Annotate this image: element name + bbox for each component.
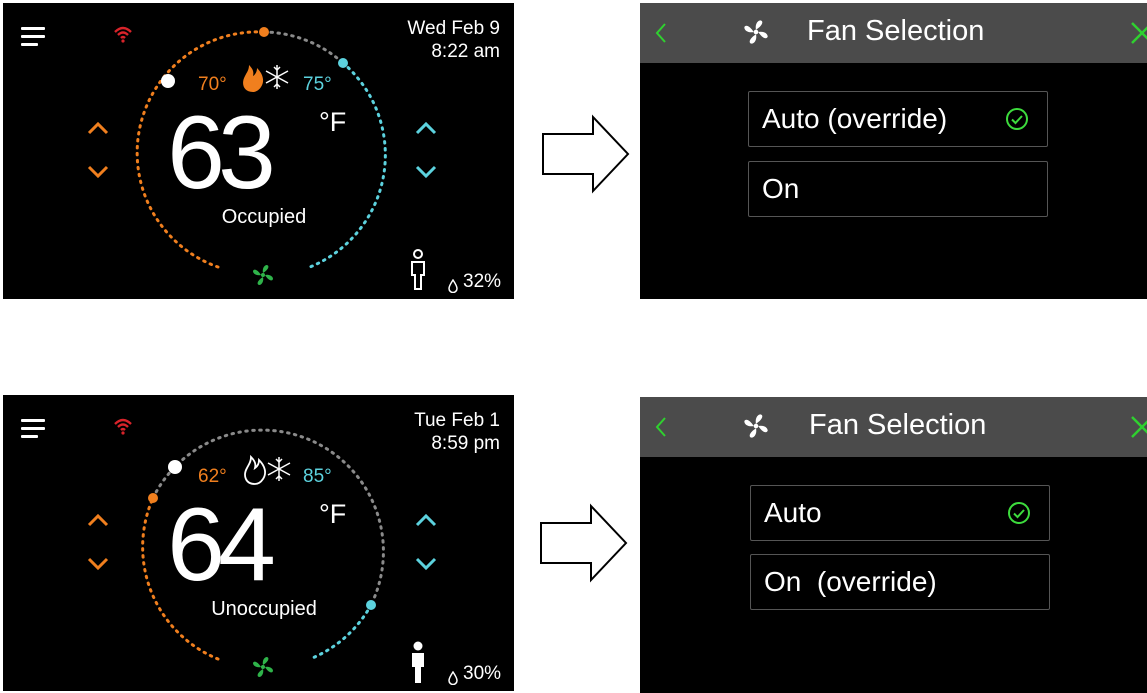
heat-cool-outline-icon[interactable] [241,453,291,485]
heat-up-arrow-icon[interactable] [85,119,111,137]
fan-option-on-override[interactable]: On (override) [750,554,1050,610]
heat-down-arrow-icon[interactable] [85,555,111,573]
heat-cool-icon[interactable] [239,61,289,93]
option-label: On (override) [764,566,937,597]
fan-option-auto[interactable]: Auto [750,485,1050,541]
fan-selection-panel-2: Fan Selection Auto On (override) [640,397,1147,693]
panel-title: Fan Selection [807,15,985,47]
cool-down-arrow-icon[interactable] [413,555,439,573]
humidity-value: 32% [463,271,502,292]
current-temperature: 64 [167,487,276,603]
cool-setpoint: 75° [303,74,332,95]
thermostat-screen-1: Wed Feb 9 8:22 am 70° 75° 63 °F Occupied [3,3,514,299]
current-temperature: 63 [167,95,276,211]
fan-option-on[interactable]: On [748,161,1048,217]
option-label: Auto (override) [762,103,948,134]
person-outline-icon [411,249,425,290]
fan-option-auto-override[interactable]: Auto (override) [748,91,1048,147]
heat-setpoint-handle [161,74,175,88]
close-icon[interactable] [1128,19,1147,47]
fan-icon [744,414,768,438]
occupancy-status: Unoccupied [211,598,317,620]
cool-setpoint: 85° [303,466,332,487]
transition-arrow-icon [540,503,628,583]
check-circle-icon [1008,502,1030,524]
heat-down-arrow-icon[interactable] [85,163,111,181]
back-chevron-icon[interactable] [654,415,668,439]
heat-setpoint: 62° [198,466,227,487]
panel-header: Fan Selection [640,3,1147,63]
heat-setpoint: 70° [198,74,227,95]
thermostat-screen-2: Tue Feb 1 8:59 pm 62° 85° 64 °F Unoccupi… [3,395,514,691]
current-temp-marker [259,27,269,37]
fan-icon[interactable] [251,655,275,679]
close-icon[interactable] [1128,413,1147,441]
fan-icon [744,20,768,44]
option-label: On [762,173,800,204]
panel-title: Fan Selection [809,409,987,441]
transition-arrow-icon [542,114,630,194]
temperature-unit: °F [319,107,347,137]
back-chevron-icon[interactable] [654,21,668,45]
cool-up-arrow-icon[interactable] [413,511,439,529]
humidity-value: 30% [463,663,502,684]
panel-header: Fan Selection [640,397,1147,457]
cool-setpoint-handle [338,58,348,68]
heat-setpoint-handle [168,460,182,474]
heat-up-arrow-icon[interactable] [85,511,111,529]
cool-down-arrow-icon[interactable] [413,163,439,181]
check-circle-icon [1006,108,1028,130]
humidity-drop-icon [448,279,458,293]
occupancy-status: Occupied [221,206,307,228]
fan-icon[interactable] [251,263,275,287]
humidity-drop-icon [448,671,458,685]
person-filled-icon [412,641,424,683]
fan-selection-panel-1: Fan Selection Auto (override) On [640,3,1147,299]
temperature-unit: °F [319,499,347,529]
cool-up-arrow-icon[interactable] [413,119,439,137]
option-label: Auto [764,497,822,528]
